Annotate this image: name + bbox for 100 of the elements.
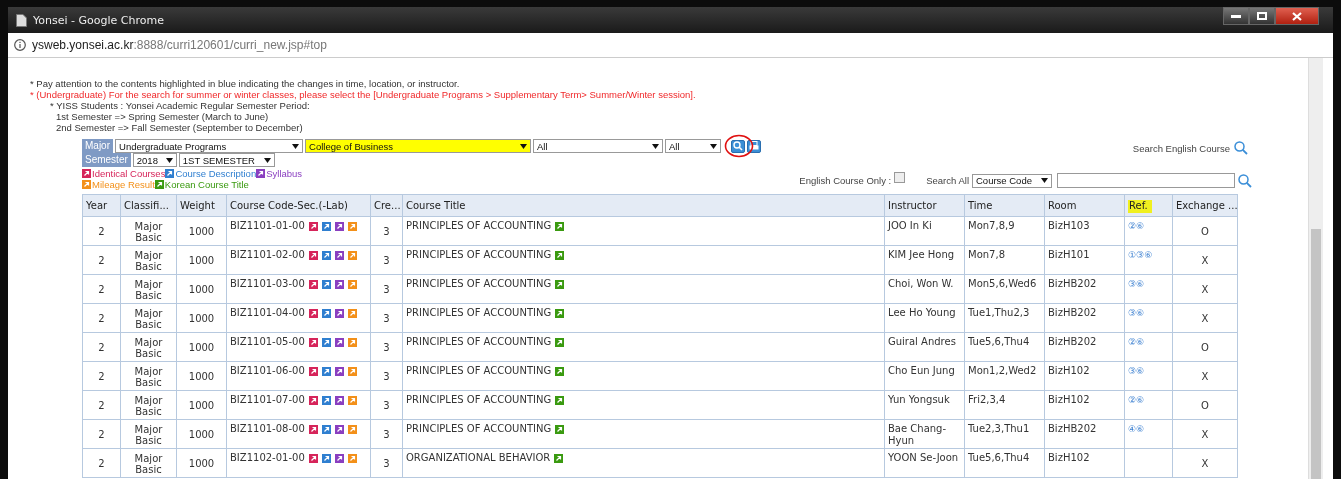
course-code: BIZ1101-02-00	[230, 249, 305, 261]
scrollbar[interactable]	[1308, 58, 1323, 479]
search-english-link[interactable]: Search English Course	[1132, 142, 1230, 154]
column-header[interactable]: Time	[964, 194, 1045, 217]
arrow-icon[interactable]	[321, 453, 331, 463]
arrow-icon[interactable]	[334, 366, 344, 376]
column-header[interactable]: Classifi...	[120, 194, 177, 217]
arrow-icon[interactable]	[321, 279, 331, 289]
table-cell: Lee Ho Young	[884, 303, 965, 333]
arrow-icon[interactable]	[334, 424, 344, 434]
major-select[interactable]: College of Business	[305, 139, 531, 153]
table-cell: 2	[82, 390, 121, 420]
arrow-icon[interactable]	[308, 337, 318, 347]
table-cell: 2	[82, 361, 121, 391]
table-cell: X	[1172, 303, 1238, 333]
table-cell: 2	[82, 216, 121, 246]
arrow-icon[interactable]	[334, 395, 344, 405]
table-cell: X	[1172, 448, 1238, 478]
arrow-icon[interactable]	[165, 169, 175, 178]
column-header[interactable]: Exchange ...	[1172, 194, 1238, 217]
table-cell: BizH102	[1044, 390, 1125, 420]
arrow-icon[interactable]	[308, 424, 318, 434]
major-select[interactable]: All	[665, 139, 721, 153]
arrow-icon[interactable]	[256, 169, 266, 178]
close-button[interactable]	[1275, 7, 1319, 25]
reference-link[interactable]: ④⑥	[1128, 424, 1145, 434]
arrow-icon[interactable]	[321, 337, 331, 347]
arrow-icon[interactable]	[334, 337, 344, 347]
table-cell: 1000	[176, 274, 227, 304]
caret-icon	[1041, 178, 1048, 183]
legend-label: Identical Courses	[92, 168, 166, 179]
arrow-icon[interactable]	[308, 221, 318, 231]
major-select[interactable]: All	[533, 139, 663, 153]
course-code: BIZ1101-05-00	[230, 336, 305, 348]
arrow-icon[interactable]	[555, 279, 565, 289]
semester-select[interactable]: 1ST SEMESTER	[178, 153, 275, 167]
search-field[interactable]	[1057, 173, 1235, 188]
arrow-icon[interactable]	[555, 366, 565, 376]
table-cell: Major Basic	[120, 303, 177, 333]
column-header[interactable]: Ref.	[1124, 194, 1173, 217]
column-header[interactable]: Course Title	[402, 194, 885, 217]
course-title: PRINCIPLES OF ACCOUNTING	[406, 423, 552, 435]
arrow-icon[interactable]	[334, 308, 344, 318]
arrow-icon[interactable]	[321, 424, 331, 434]
arrow-icon[interactable]	[308, 366, 318, 376]
course-code: BIZ1101-06-00	[230, 365, 305, 377]
column-header[interactable]: Instructor	[884, 194, 965, 217]
table-cell: Tue5,6,Thu4	[964, 332, 1045, 362]
course-code: BIZ1101-08-00	[230, 423, 305, 435]
english-only-checkbox[interactable]	[894, 172, 906, 183]
table-cell: 2	[82, 245, 121, 275]
table-cell: Mon7,8	[964, 245, 1045, 275]
column-header[interactable]: Room	[1044, 194, 1125, 217]
year-select[interactable]: 2018	[132, 153, 177, 167]
arrow-icon[interactable]	[555, 337, 565, 347]
arrow-icon[interactable]	[334, 221, 344, 231]
search-icon[interactable]	[1234, 141, 1248, 155]
maximize-icon	[1257, 12, 1267, 20]
arrow-icon[interactable]	[555, 221, 565, 231]
arrow-icon[interactable]	[334, 279, 344, 289]
arrow-icon[interactable]	[308, 453, 318, 463]
column-header[interactable]: Weight	[176, 194, 227, 217]
arrow-icon[interactable]	[555, 308, 565, 318]
arrow-icon[interactable]	[308, 279, 318, 289]
column-header[interactable]: Year	[82, 194, 121, 217]
minimize-button[interactable]	[1223, 7, 1249, 25]
table-cell: X	[1172, 274, 1238, 304]
arrow-icon[interactable]	[555, 250, 565, 260]
arrow-icon[interactable]	[308, 308, 318, 318]
reference-link[interactable]: ③⑥	[1128, 366, 1145, 376]
arrow-icon[interactable]	[334, 453, 344, 463]
reference-link[interactable]: ③⑥	[1128, 308, 1145, 318]
arrow-icon[interactable]	[321, 395, 331, 405]
maximize-button[interactable]	[1249, 7, 1275, 25]
arrow-icon[interactable]	[321, 221, 331, 231]
arrow-icon[interactable]	[308, 395, 318, 405]
arrow-icon[interactable]	[321, 366, 331, 376]
table-cell: X	[1172, 419, 1238, 449]
major-select[interactable]: Undergraduate Programs	[115, 139, 303, 153]
search-icon[interactable]	[1238, 173, 1252, 188]
arrow-icon[interactable]	[555, 424, 565, 434]
arrow-icon[interactable]	[334, 250, 344, 260]
search-type-select[interactable]: Course Code	[972, 173, 1052, 188]
arrow-icon[interactable]	[555, 395, 565, 405]
reference-link[interactable]: ①③⑥	[1128, 250, 1153, 260]
reference-link[interactable]: ②⑥	[1128, 395, 1145, 405]
search-button[interactable]	[731, 139, 745, 153]
column-header[interactable]: Course Code-Sec.(-Lab)	[226, 194, 371, 217]
arrow-icon[interactable]	[321, 250, 331, 260]
reference-link[interactable]: ②⑥	[1128, 221, 1145, 231]
arrow-icon[interactable]	[308, 250, 318, 260]
table-cell: 2	[82, 274, 121, 304]
arrow-icon[interactable]	[82, 169, 91, 178]
reference-link[interactable]: ③⑥	[1128, 279, 1145, 289]
table-cell: JOO In Ki	[884, 216, 965, 246]
reference-link[interactable]: ②⑥	[1128, 337, 1145, 347]
column-header[interactable]: Cre...	[370, 194, 403, 217]
arrow-icon[interactable]	[321, 308, 331, 318]
arrow-icon[interactable]	[554, 453, 564, 463]
arrow-icon[interactable]	[154, 180, 164, 189]
